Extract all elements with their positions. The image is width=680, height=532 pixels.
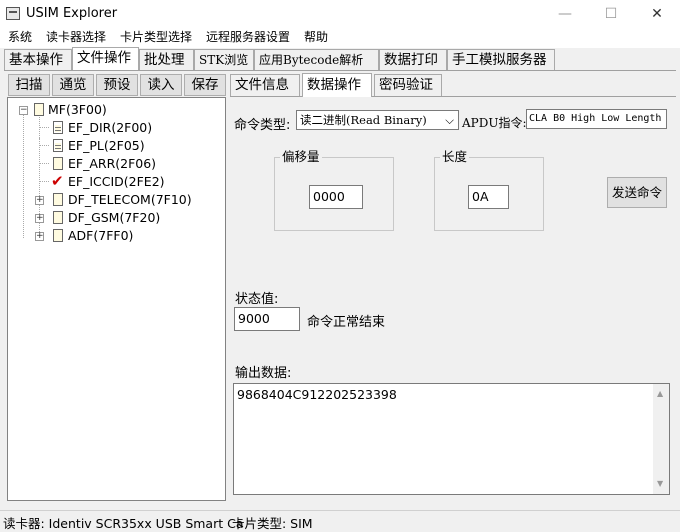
tree-node-mf[interactable]: − MF(3F00) [8, 101, 223, 119]
save-button[interactable]: 保存 [184, 74, 226, 96]
tree-node-label: EF_PL(2F05) [68, 138, 145, 153]
main-tab-baseline [4, 70, 676, 71]
tab-stk-browse[interactable]: STK浏览 [194, 49, 254, 70]
menu-help[interactable]: 帮助 [304, 28, 328, 48]
tree-node-label: EF_ICCID(2FE2) [68, 174, 165, 189]
file-tree[interactable]: − MF(3F00) EF_DIR(2F00) EF_PL(2F05) EF_A… [7, 97, 226, 501]
command-type-select[interactable]: 读二进制(Read Binary) ⌵ [296, 110, 459, 130]
tab-data-print[interactable]: 数据打印 [379, 49, 447, 70]
tree-node-adf[interactable]: + ADF(7FF0) [8, 227, 223, 245]
statusbar-card-type: 卡片类型: SIM [232, 516, 313, 531]
output-label: 输出数据: [235, 366, 292, 381]
app-icon [6, 7, 20, 20]
expand-icon[interactable]: + [35, 196, 44, 205]
browse-all-button[interactable]: 通览 [52, 74, 94, 96]
preset-button[interactable]: 预设 [96, 74, 138, 96]
tab-manual-server[interactable]: 手工模拟服务器 [447, 49, 555, 70]
scroll-up-icon[interactable]: ▲ [657, 385, 663, 403]
output-data-area[interactable]: 9868404C912202523398 ▲ ▼ [233, 383, 670, 495]
scan-button[interactable]: 扫描 [8, 74, 50, 96]
window-title: USIM Explorer [26, 6, 118, 21]
folder-file-icon [34, 103, 44, 116]
tree-node-ef-iccid[interactable]: ✔ EF_ICCID(2FE2) [8, 173, 223, 191]
sub-tab-baseline [230, 96, 676, 97]
status-value-field[interactable]: 9000 [234, 307, 300, 331]
tree-node-ef-pl[interactable]: EF_PL(2F05) [8, 137, 223, 155]
output-data-text: 9868404C912202523398 [237, 387, 397, 402]
tree-node-ef-arr[interactable]: EF_ARR(2F06) [8, 155, 223, 173]
menu-card-type[interactable]: 卡片类型选择 [120, 28, 192, 48]
scroll-down-icon[interactable]: ▼ [657, 475, 663, 493]
folder-file-icon [53, 193, 63, 206]
tree-node-label: EF_ARR(2F06) [68, 156, 157, 171]
close-button[interactable]: ✕ [634, 0, 680, 28]
tab-basic-ops[interactable]: 基本操作 [4, 49, 72, 70]
maximize-button[interactable]: ☐ [588, 0, 634, 28]
chevron-down-icon: ⌵ [445, 113, 454, 127]
record-file-icon [53, 121, 63, 134]
status-message: 命令正常结束 [307, 315, 386, 330]
tab-file-ops[interactable]: 文件操作 [72, 47, 139, 70]
tab-data-ops[interactable]: 数据操作 [302, 73, 372, 97]
folder-file-icon [53, 211, 63, 224]
tab-password-verify[interactable]: 密码验证 [374, 74, 442, 96]
offset-input[interactable]: 0000 [309, 185, 363, 209]
output-scrollbar[interactable]: ▲ ▼ [653, 384, 669, 494]
tree-node-label: DF_GSM(7F20) [68, 210, 161, 225]
record-file-icon [53, 139, 63, 152]
status-label: 状态值: [235, 292, 279, 307]
tab-file-info[interactable]: 文件信息 [230, 74, 300, 96]
tree-node-df-gsm[interactable]: + DF_GSM(7F20) [8, 209, 223, 227]
command-type-label: 命令类型: [234, 118, 291, 133]
file-icon [53, 157, 63, 170]
expand-icon[interactable]: + [35, 232, 44, 241]
checkmark-icon: ✔ [51, 172, 64, 190]
menu-remote-server[interactable]: 远程服务器设置 [206, 28, 290, 48]
offset-title: 偏移量 [280, 149, 322, 164]
command-type-value: 读二进制(Read Binary) [300, 113, 427, 127]
expand-icon[interactable]: + [35, 214, 44, 223]
menu-reader-select[interactable]: 读卡器选择 [46, 28, 106, 48]
tree-node-label: MF(3F00) [48, 102, 107, 117]
apdu-label: APDU指令: [462, 116, 527, 130]
collapse-icon[interactable]: − [19, 106, 28, 115]
minimize-button[interactable]: — [542, 0, 588, 28]
tab-bytecode-parse[interactable]: 应用Bytecode解析 [254, 49, 379, 70]
send-command-button[interactable]: 发送命令 [607, 177, 667, 208]
load-button[interactable]: 读入 [140, 74, 182, 96]
tree-node-label: ADF(7FF0) [68, 228, 134, 243]
folder-file-icon [53, 229, 63, 242]
status-bar: 读卡器: Identiv SCR35xx USB Smart Ca 卡片类型: … [0, 510, 680, 531]
length-input[interactable]: 0A [468, 185, 509, 209]
tree-node-ef-dir[interactable]: EF_DIR(2F00) [8, 119, 223, 137]
menu-system[interactable]: 系统 [8, 28, 32, 48]
tree-node-df-telecom[interactable]: + DF_TELECOM(7F10) [8, 191, 223, 209]
title-bar: USIM Explorer — ☐ ✕ [0, 0, 680, 28]
menu-bar: 系统 读卡器选择 卡片类型选择 远程服务器设置 帮助 [0, 28, 680, 48]
apdu-field[interactable]: CLA B0 High Low Length [526, 109, 667, 129]
tab-batch[interactable]: 批处理 [139, 49, 194, 70]
tree-node-label: DF_TELECOM(7F10) [68, 192, 192, 207]
length-title: 长度 [440, 149, 470, 164]
statusbar-reader: 读卡器: Identiv SCR35xx USB Smart Ca [3, 516, 244, 531]
tree-node-label: EF_DIR(2F00) [68, 120, 153, 135]
